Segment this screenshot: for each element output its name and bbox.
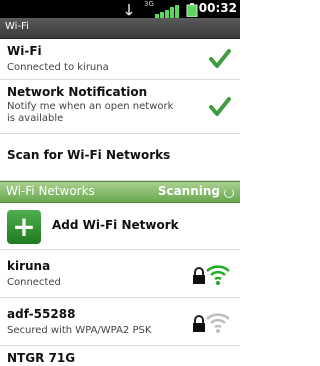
wifi-signal-full-icon bbox=[205, 263, 231, 285]
network-notification-title: Network Notification bbox=[7, 85, 148, 99]
scan-networks-row[interactable]: Scan for Wi-Fi Networks bbox=[0, 134, 240, 181]
network-name: NTGR 71G bbox=[7, 351, 76, 365]
network-type-label: 3G bbox=[144, 0, 154, 8]
wifi-toggle-summary: Connected to kiruna bbox=[7, 62, 109, 73]
wifi-checkbox[interactable] bbox=[208, 47, 232, 71]
scanning-status: Scanning bbox=[157, 184, 220, 198]
network-status: Secured with WPA/WPA2 PSK bbox=[7, 325, 152, 336]
status-time: 00:32 bbox=[198, 1, 237, 15]
plus-icon: + bbox=[7, 210, 41, 244]
add-network-label: Add Wi-Fi Network bbox=[52, 218, 179, 232]
status-bar: 3G 00:32 bbox=[0, 0, 240, 18]
network-item[interactable]: adf-55288 Secured with WPA/WPA2 PSK bbox=[0, 298, 240, 346]
spinner-icon bbox=[224, 188, 234, 198]
network-notification-summary: Notify me when an open network is availa… bbox=[7, 101, 174, 124]
network-name: kiruna bbox=[7, 259, 51, 273]
add-network-row[interactable]: + Add Wi-Fi Network bbox=[0, 202, 240, 250]
wifi-signal-medium-icon bbox=[205, 311, 231, 333]
title-bar: Wi-Fi bbox=[0, 18, 240, 39]
lock-icon bbox=[192, 267, 206, 285]
network-notification-checkbox[interactable] bbox=[208, 95, 232, 119]
section-label: Wi-Fi Networks bbox=[6, 184, 95, 198]
page-title: Wi-Fi bbox=[5, 21, 29, 32]
wifi-toggle-title: Wi-Fi bbox=[7, 44, 42, 58]
lock-icon bbox=[192, 315, 206, 333]
wifi-networks-section-header: Wi-Fi Networks Scanning bbox=[0, 181, 240, 203]
network-name: adf-55288 bbox=[7, 307, 76, 321]
network-notification-row[interactable]: Network Notification Notify me when an o… bbox=[0, 80, 240, 134]
scan-networks-title: Scan for Wi-Fi Networks bbox=[7, 148, 171, 162]
network-item[interactable]: kiruna Connected bbox=[0, 250, 240, 298]
network-status: Connected bbox=[7, 277, 61, 288]
network-item[interactable]: NTGR 71G bbox=[0, 346, 240, 366]
wifi-toggle-row[interactable]: Wi-Fi Connected to kiruna bbox=[0, 39, 240, 80]
